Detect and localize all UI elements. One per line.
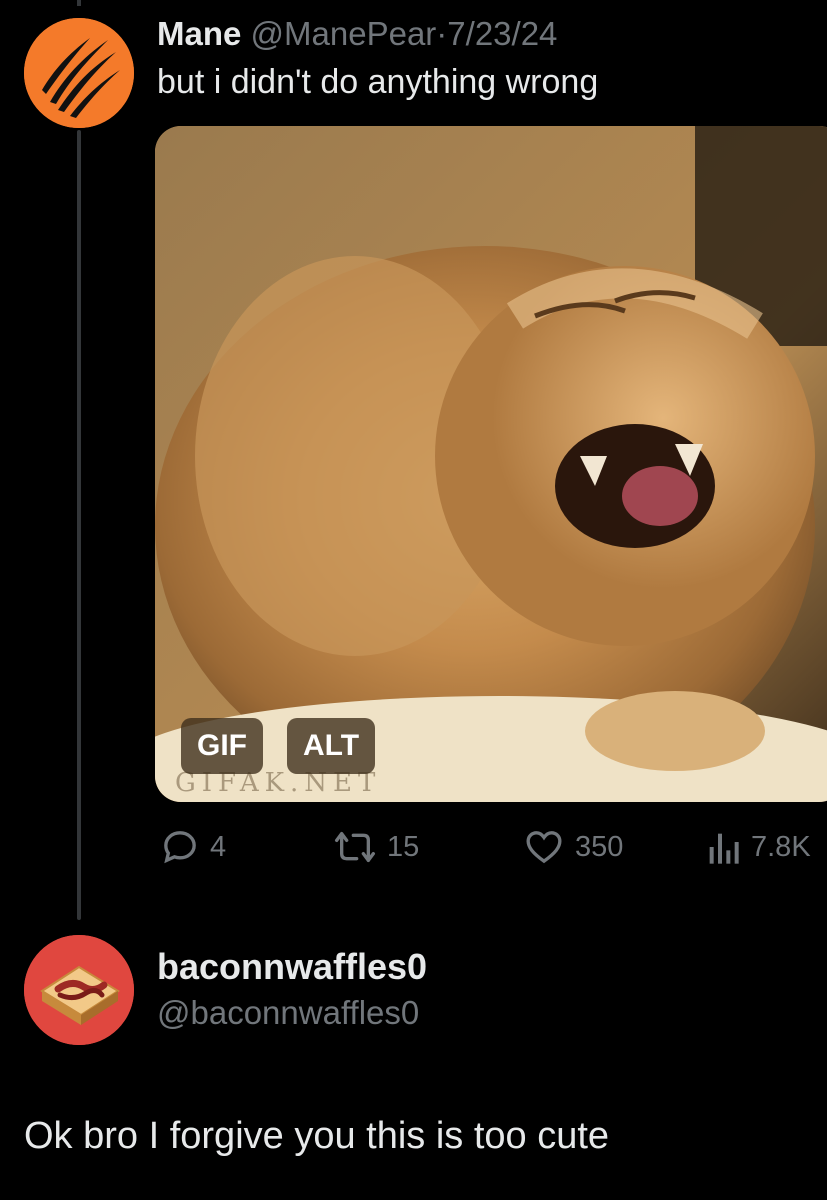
retweet-icon — [334, 832, 375, 862]
mane-avatar[interactable] — [24, 18, 134, 128]
bacon-waffle-icon — [24, 935, 134, 1045]
gif-badge: GIF — [181, 718, 263, 774]
baconnwaffles-avatar[interactable] — [24, 935, 134, 1045]
thread-line-top — [77, 0, 81, 6]
views-button[interactable]: 7.8K — [705, 822, 811, 872]
like-count: 350 — [575, 830, 624, 863]
claw-marks-icon — [24, 18, 134, 128]
reply-count: 4 — [210, 830, 227, 863]
lion-cat-yawning-image: GIFAK.NET — [155, 126, 827, 802]
reply-icon — [164, 831, 196, 864]
thread-line — [77, 130, 81, 920]
author-display-name[interactable]: Mane — [157, 15, 241, 52]
heart-icon — [526, 831, 562, 864]
like-button[interactable]: 350 — [523, 822, 623, 872]
retweet-button[interactable]: 15 — [333, 822, 419, 872]
tweet-date[interactable]: 7/23/24 — [447, 15, 557, 52]
tweet-text: but i didn't do anything wrong — [157, 63, 599, 101]
retweet-count: 15 — [387, 830, 420, 863]
reply-button[interactable]: 4 — [160, 822, 226, 872]
author-handle[interactable]: @ManePear — [251, 15, 437, 52]
header-separator: · — [436, 15, 448, 52]
reply-text: Ok bro I forgive you this is too cute — [24, 1115, 610, 1157]
tweet-header: Mane @ManePear·7/23/24 — [157, 14, 557, 54]
alt-text-button[interactable]: ALT — [287, 718, 376, 774]
tweet-media-gif[interactable]: GIFAK.NET — [155, 126, 827, 802]
view-count: 7.8K — [751, 830, 811, 863]
views-chart-icon — [709, 833, 739, 864]
tweet-actions-bar: 4 15 350 7.8K — [0, 822, 827, 872]
reply-author-handle[interactable]: @baconnwaffles0 — [157, 994, 419, 1032]
reply-author-display-name[interactable]: baconnwaffles0 — [157, 946, 427, 988]
